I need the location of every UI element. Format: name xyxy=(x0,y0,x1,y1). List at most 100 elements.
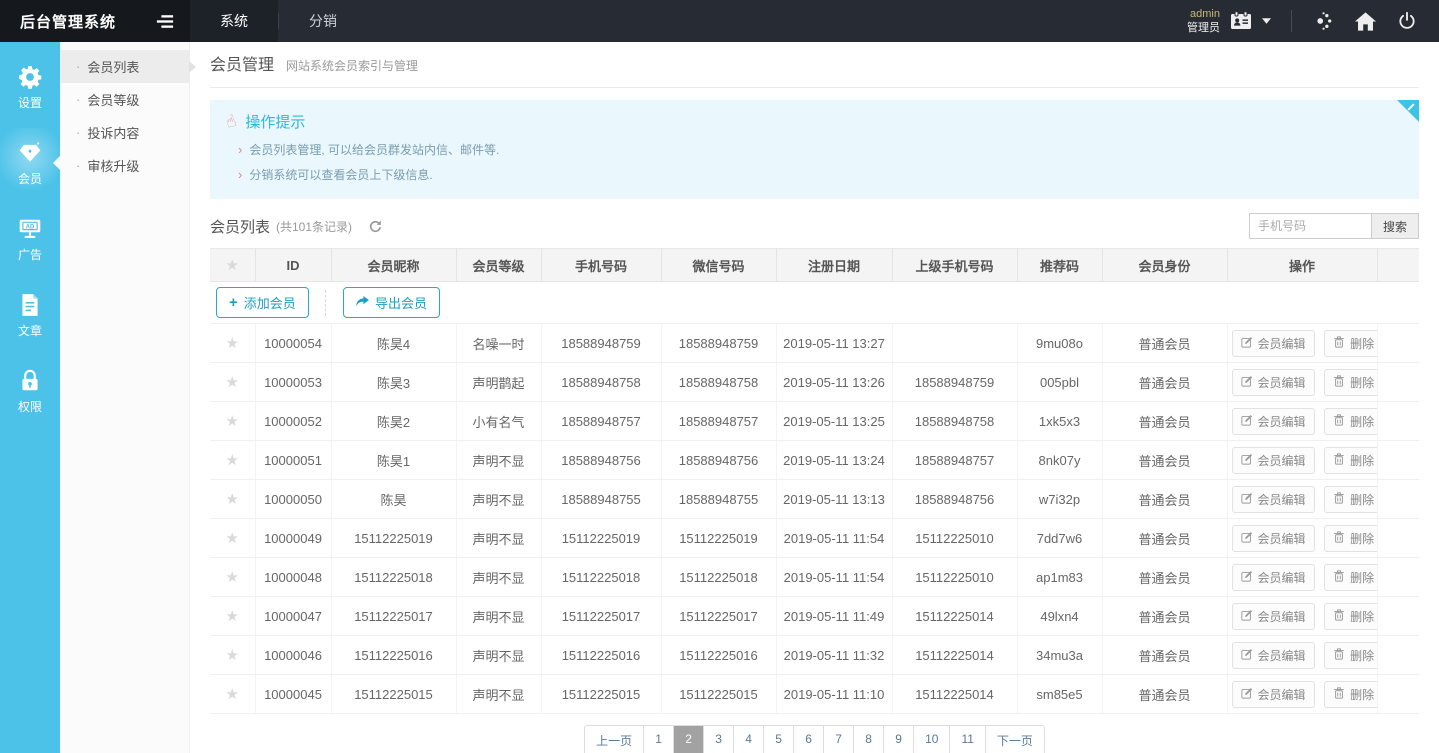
bullet-dot-icon: · xyxy=(76,59,80,74)
pagination-page-2[interactable]: 2 xyxy=(674,726,704,753)
edit-member-button[interactable]: 会员编辑 xyxy=(1232,642,1315,669)
search-button[interactable]: 搜索 xyxy=(1371,213,1419,239)
star-icon[interactable]: ★ xyxy=(226,452,239,469)
refresh-icon[interactable] xyxy=(368,219,383,234)
submenu-item-complaints[interactable]: · 投诉内容 xyxy=(60,116,189,149)
tips-title: 操作提示 xyxy=(245,111,305,132)
sidebar-item-label: 广告 xyxy=(18,246,42,263)
star-icon[interactable]: ★ xyxy=(226,374,239,391)
star-icon[interactable]: ★ xyxy=(226,413,239,430)
export-member-button[interactable]: 导出会员 xyxy=(343,287,440,318)
search-input[interactable] xyxy=(1249,213,1371,239)
page-subtitle: 网站系统会员索引与管理 xyxy=(286,57,418,74)
trash-icon xyxy=(1333,492,1345,507)
edit-member-button[interactable]: 会员编辑 xyxy=(1232,486,1315,513)
pagination-page-8[interactable]: 8 xyxy=(854,726,884,753)
cell-level: 小有名气 xyxy=(456,402,541,441)
sidebar-item-ads[interactable]: AD 广告 xyxy=(0,204,60,274)
edit-member-button[interactable]: 会员编辑 xyxy=(1232,525,1315,552)
delete-member-button[interactable]: 删除 xyxy=(1324,564,1377,591)
sidebar-item-permission[interactable]: 权限 xyxy=(0,356,60,426)
pagination-page-4[interactable]: 4 xyxy=(734,726,764,753)
delete-member-button[interactable]: 删除 xyxy=(1324,447,1377,474)
cell-wechat: 15112225015 xyxy=(661,675,776,714)
cell-actions: 会员编辑 删除 xyxy=(1227,402,1377,441)
cell-wechat: 18588948759 xyxy=(661,324,776,363)
delete-member-button[interactable]: 删除 xyxy=(1324,408,1377,435)
delete-member-button[interactable]: 删除 xyxy=(1324,330,1377,357)
table-row: ★10000054陈昊4名噪一时185889487591858894875920… xyxy=(210,324,1419,363)
cell-filler xyxy=(1377,441,1419,480)
star-icon[interactable]: ★ xyxy=(226,530,239,547)
tips-title-row: ☝ 操作提示 xyxy=(226,108,1403,137)
submenu-item-label: 会员等级 xyxy=(87,90,139,109)
edit-icon xyxy=(1241,336,1253,351)
cell-code: 8nk07y xyxy=(1017,441,1102,480)
delete-member-button[interactable]: 删除 xyxy=(1324,486,1377,513)
member-table: ★ID会员昵称会员等级手机号码微信号码注册日期上级手机号码推荐码会员身份操作 +… xyxy=(210,248,1419,714)
main-content: 会员管理 网站系统会员索引与管理 ☝ 操作提示 › 会员列表管理, 可以给会员群… xyxy=(190,42,1439,753)
cell-actions: 会员编辑 删除 xyxy=(1227,480,1377,519)
star-icon[interactable]: ★ xyxy=(226,686,239,703)
cell-level: 声明不显 xyxy=(456,558,541,597)
edit-member-button[interactable]: 会员编辑 xyxy=(1232,564,1315,591)
pagination-page-5[interactable]: 5 xyxy=(764,726,794,753)
star-icon[interactable]: ★ xyxy=(226,569,239,586)
submenu-item-member-list[interactable]: · 会员列表 xyxy=(60,50,189,83)
edit-icon xyxy=(1241,414,1253,429)
edit-member-button[interactable]: 会员编辑 xyxy=(1232,681,1315,708)
column-header: 会员昵称 xyxy=(331,249,456,282)
pagination-prev[interactable]: 上一页 xyxy=(585,726,644,753)
cell-phone: 15112225017 xyxy=(541,597,661,636)
sidebar-item-member[interactable]: 会员 xyxy=(0,128,60,198)
star-icon[interactable]: ★ xyxy=(226,335,239,352)
table-row: ★1000004515112225015声明不显1511222501515112… xyxy=(210,675,1419,714)
pagination-page-6[interactable]: 6 xyxy=(794,726,824,753)
delete-member-button[interactable]: 删除 xyxy=(1324,681,1377,708)
cell-star: ★ xyxy=(210,441,255,480)
sidebar-item-article[interactable]: 文章 xyxy=(0,280,60,350)
delete-member-button[interactable]: 删除 xyxy=(1324,525,1377,552)
pagination-page-11[interactable]: 11 xyxy=(950,726,985,753)
column-star: ★ xyxy=(210,249,255,282)
cell-code: sm85e5 xyxy=(1017,675,1102,714)
delete-member-button[interactable]: 删除 xyxy=(1324,642,1377,669)
edit-member-button[interactable]: 会员编辑 xyxy=(1232,603,1315,630)
cell-identity: 普通会员 xyxy=(1102,636,1227,675)
tab-distribution[interactable]: 分销 xyxy=(279,0,367,42)
cell-nickname: 15112225016 xyxy=(331,636,456,675)
trash-icon xyxy=(1333,531,1345,546)
pagination-page-10[interactable]: 10 xyxy=(914,726,950,753)
edit-member-button[interactable]: 会员编辑 xyxy=(1232,408,1315,435)
submenu-item-upgrade-review[interactable]: · 审核升级 xyxy=(60,149,189,182)
cell-id: 10000049 xyxy=(255,519,331,558)
star-icon[interactable]: ★ xyxy=(226,608,239,625)
edit-member-button[interactable]: 会员编辑 xyxy=(1232,330,1315,357)
submenu-item-member-level[interactable]: · 会员等级 xyxy=(60,83,189,116)
pagination-page-3[interactable]: 3 xyxy=(704,726,734,753)
pagination-page-7[interactable]: 7 xyxy=(824,726,854,753)
power-icon[interactable] xyxy=(1397,11,1417,31)
tips-collapse-corner[interactable] xyxy=(1397,100,1419,122)
star-icon[interactable]: ★ xyxy=(226,647,239,664)
pagination-page-9[interactable]: 9 xyxy=(884,726,914,753)
tab-system[interactable]: 系统 xyxy=(190,0,278,42)
add-member-button[interactable]: +添加会员 xyxy=(216,287,309,318)
edit-member-button[interactable]: 会员编辑 xyxy=(1232,369,1315,396)
cell-date: 2019-05-11 13:26 xyxy=(776,363,892,402)
home-icon[interactable] xyxy=(1354,10,1377,33)
delete-member-button[interactable]: 删除 xyxy=(1324,369,1377,396)
pagination-page-1[interactable]: 1 xyxy=(644,726,674,753)
pagination-next[interactable]: 下一页 xyxy=(986,726,1044,753)
cell-code: ap1m83 xyxy=(1017,558,1102,597)
tips-line: › 分销系统可以查看会员上下级信息. xyxy=(226,162,1403,187)
star-icon[interactable]: ★ xyxy=(226,491,239,508)
edit-member-button[interactable]: 会员编辑 xyxy=(1232,447,1315,474)
apps-cluster-icon[interactable] xyxy=(1312,10,1334,32)
submenu-item-label: 会员列表 xyxy=(87,57,139,76)
user-menu[interactable]: admin 管理员 xyxy=(1187,7,1271,36)
hamburger-icon[interactable] xyxy=(156,14,174,29)
lock-icon xyxy=(17,368,43,394)
delete-member-button[interactable]: 删除 xyxy=(1324,603,1377,630)
sidebar-item-settings[interactable]: 设置 xyxy=(0,52,60,122)
